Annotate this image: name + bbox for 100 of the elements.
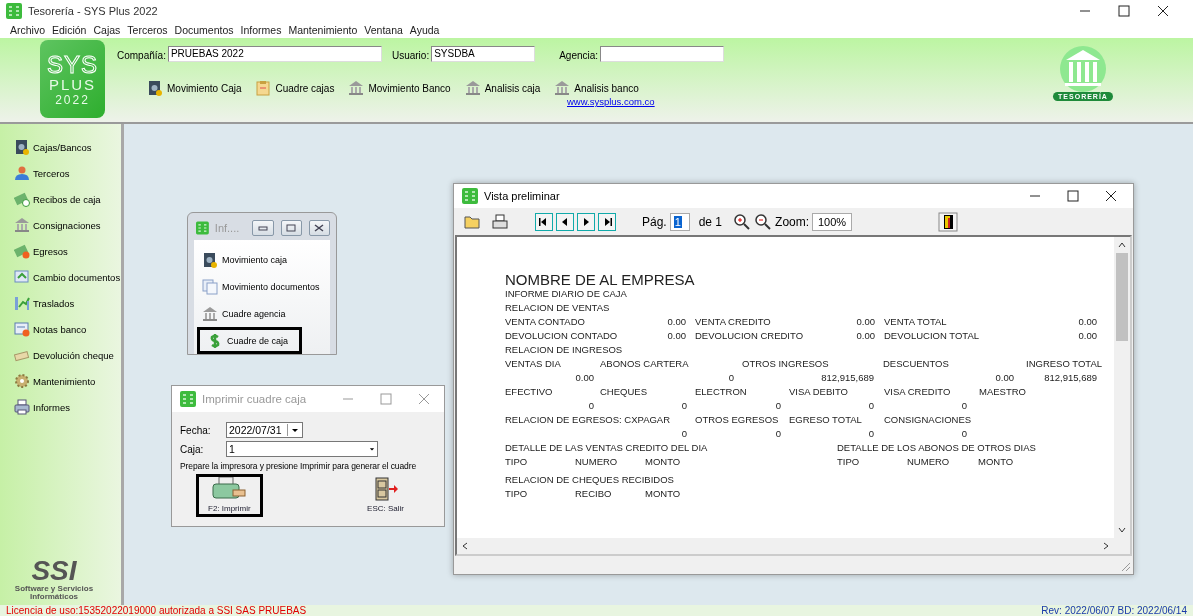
- report-text: 812,915,689: [821, 372, 874, 383]
- report-text: ELECTRON: [695, 386, 747, 397]
- last-page-button[interactable]: [598, 212, 616, 231]
- gear-icon: [14, 373, 30, 389]
- right-arrow-icon: [581, 216, 591, 227]
- menu-item[interactable]: Mantenimiento: [288, 24, 358, 36]
- toolbar-link[interactable]: Analisis caja: [464, 80, 541, 96]
- minimize-button[interactable]: [252, 220, 274, 236]
- printer-icon: [14, 399, 30, 415]
- app-icon: [6, 3, 22, 19]
- field-label: Fecha:: [180, 424, 212, 436]
- zoom-in-icon[interactable]: [733, 212, 752, 231]
- menu-item[interactable]: Cuadre agencia: [194, 300, 286, 327]
- text-field[interactable]: [600, 46, 725, 62]
- bank-icon: [348, 80, 365, 96]
- printer-icon[interactable]: [491, 213, 509, 230]
- report-text: OTROS EGRESOS: [695, 414, 779, 425]
- app-icon: [462, 188, 478, 204]
- window-title: Vista preliminar: [484, 190, 561, 202]
- dropdown-field[interactable]: 1: [226, 441, 378, 457]
- menu-item[interactable]: Cajas: [93, 24, 121, 36]
- menu-item[interactable]: Edición: [52, 24, 87, 36]
- report-text: OTROS INGRESOS: [742, 358, 829, 369]
- maximize-icon[interactable]: [1067, 190, 1079, 202]
- sidebar-item[interactable]: Informes: [14, 394, 121, 420]
- menu-item[interactable]: Movimiento documentos: [194, 273, 320, 300]
- sidebar-item[interactable]: Notas banco: [14, 316, 121, 342]
- report-text: VENTA CONTADO: [505, 316, 585, 327]
- sidebar-item[interactable]: Consignaciones: [14, 212, 121, 238]
- first-page-button[interactable]: [535, 212, 553, 231]
- menu-item[interactable]: Ventana: [364, 24, 403, 36]
- menu-item[interactable]: Ayuda: [409, 24, 440, 36]
- zoom-out-icon[interactable]: [754, 212, 773, 231]
- close-icon[interactable]: [1105, 190, 1117, 202]
- sidebar-item[interactable]: Traslados: [14, 290, 121, 316]
- maximize-icon[interactable]: [1118, 5, 1130, 17]
- sidebar-item[interactable]: Cajas/Bancos: [14, 134, 121, 160]
- scroll-up-icon[interactable]: [1118, 241, 1126, 249]
- previous-page-button[interactable]: [556, 212, 574, 231]
- report-title: NOMBRE DE AL EMPRESA: [505, 271, 695, 288]
- report-text: RELACION DE EGRESOS: CXPAGAR: [505, 414, 671, 425]
- menu-item[interactable]: Archivo: [10, 24, 45, 36]
- toolbar-link[interactable]: Movimiento Banco: [348, 80, 451, 96]
- report-text: RELACION DE CHEQUES RECIBIDOS: [505, 474, 674, 485]
- dialog-button[interactable]: ESC: Salir: [355, 474, 416, 517]
- toolbar-link[interactable]: Movimiento Caja: [147, 80, 242, 96]
- report-text: MONTO: [978, 456, 1014, 467]
- window-title: Imprimir cuadre caja: [202, 393, 308, 405]
- close-button[interactable]: [308, 220, 330, 236]
- page-field[interactable]: 1: [669, 212, 690, 231]
- page-label: Pág.: [642, 214, 667, 229]
- zoom-field[interactable]: 100%: [812, 212, 853, 231]
- report-text: VENTAS DIA: [505, 358, 561, 369]
- next-page-button[interactable]: [577, 212, 595, 231]
- report-text: 0.00: [667, 316, 686, 327]
- exit-door-icon[interactable]: [938, 211, 958, 232]
- documents-swap-icon: [14, 269, 30, 285]
- sidebar-item[interactable]: Recibos de caja: [14, 186, 121, 212]
- sidebar-item[interactable]: Egresos: [14, 238, 121, 264]
- safe-icon: [202, 251, 218, 268]
- menu-item[interactable]: Terceros: [127, 24, 168, 36]
- dialog-button[interactable]: F2: Imprimir: [196, 474, 263, 517]
- bank-icon: [554, 80, 571, 96]
- report-text: 0: [868, 428, 874, 439]
- text-field[interactable]: PRUEBAS 2022: [167, 46, 382, 62]
- resize-grip-icon[interactable]: [1119, 560, 1131, 572]
- menu-item[interactable]: Documentos: [174, 24, 234, 36]
- documents-icon: [202, 278, 218, 295]
- text-field[interactable]: SYSDBA: [431, 46, 536, 62]
- sidebar-item[interactable]: Terceros: [14, 160, 121, 186]
- scroll-right-icon[interactable]: [1102, 542, 1110, 550]
- website-link[interactable]: www.sysplus.com.co: [567, 96, 655, 107]
- dropdown-field[interactable]: 2022/07/31: [226, 422, 303, 438]
- menu-item[interactable]: Movimiento caja: [194, 246, 288, 273]
- app-icon: [180, 391, 196, 407]
- report-text: RECIBO: [575, 488, 612, 499]
- report-text: 0: [961, 428, 967, 439]
- scroll-left-icon[interactable]: [461, 542, 469, 550]
- scroll-down-icon[interactable]: [1118, 526, 1126, 534]
- zoom-label: Zoom:: [775, 214, 810, 229]
- scroll-thumb[interactable]: [1116, 253, 1128, 341]
- close-icon[interactable]: [1157, 5, 1169, 17]
- revision-text: Rev: 2022/06/07 BD: 2022/06/14: [1041, 605, 1187, 616]
- toolbar-link[interactable]: Cuadre cajas: [255, 80, 335, 96]
- menu-item[interactable]: Informes: [240, 24, 282, 36]
- person-icon: [14, 165, 30, 181]
- report-text: NUMERO: [907, 456, 950, 467]
- report-text: DETALLE DE LAS VENTAS CREDITO DEL DIA: [505, 442, 708, 453]
- sidebar-item[interactable]: Cambio documentos: [14, 264, 121, 290]
- toolbar-link[interactable]: Analisis banco: [554, 80, 639, 96]
- report-text: CHEQUES: [600, 386, 647, 397]
- safe-icon: [147, 80, 163, 96]
- report-text: 0.00: [1078, 330, 1097, 341]
- app-logo: SYS PLUS 2022: [40, 40, 105, 118]
- open-folder-icon[interactable]: [464, 213, 482, 230]
- sidebar-item[interactable]: Mantenimiento: [14, 368, 121, 394]
- report-text: VISA DEBITO: [789, 386, 848, 397]
- sidebar-item[interactable]: Devolución cheque: [14, 342, 121, 368]
- menu-item[interactable]: Cuadre de caja: [197, 327, 303, 354]
- restore-button[interactable]: [280, 220, 302, 236]
